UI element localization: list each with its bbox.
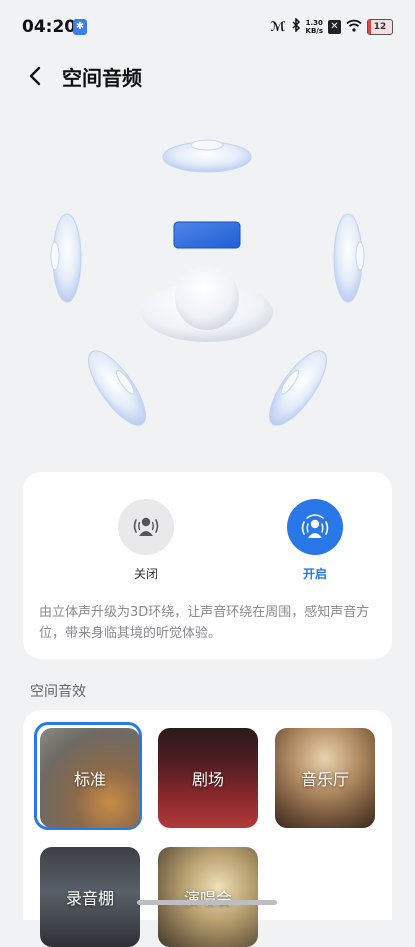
battery-icon: 12 (367, 19, 393, 35)
person-speaker-on-icon (301, 514, 329, 538)
right-speaker (333, 213, 365, 303)
status-icons: ℳ 1.30 KB/s ✕ 12 (270, 16, 393, 38)
page-title: 空间音频 (62, 66, 142, 90)
bluetooth-icon (291, 17, 301, 36)
person-speaker-off-icon (133, 517, 159, 536)
home-indicator[interactable] (137, 900, 277, 905)
mode-card: 关闭 开启 由立体声升级为3D环绕，让声音环绕在周围，感知声音方位，带来身临其境… (23, 472, 392, 659)
effect-concert-hall-tile[interactable]: 音乐厅 (275, 728, 375, 828)
effect-concert-label: 演唱会 (183, 889, 232, 908)
mode-off-option[interactable]: 关闭 (106, 499, 186, 582)
mode-on-option[interactable]: 开启 (275, 499, 355, 582)
mode-off-label: 关闭 (133, 567, 158, 581)
mode-on-label: 开启 (302, 567, 327, 581)
effect-concert-hall-label: 音乐厅 (300, 770, 349, 789)
effect-studio-tile[interactable]: 录音棚 (40, 847, 140, 947)
chevron-left-icon (29, 66, 41, 86)
left-speaker (50, 213, 82, 303)
effect-theater-tile[interactable]: 剧场 (158, 728, 258, 828)
wifi-icon (346, 19, 362, 36)
status-bar: 04:20 ✱ ℳ 1.30 KB/s ✕ 12 (0, 0, 415, 56)
network-speed: 1.30 KB/s (306, 19, 323, 35)
effect-theater-label: 剧场 (191, 770, 224, 789)
effects-card: 标准 剧场 音乐厅 录音棚 演唱会 (23, 710, 392, 947)
back-button[interactable] (22, 62, 50, 90)
bluetooth-badge-icon: ✱ (73, 19, 87, 35)
spatial-audio-illustration (50, 139, 365, 426)
effects-section-label: 空间音效 (30, 684, 86, 700)
network-icon: ℳ (270, 19, 286, 35)
mode-description: 由立体声升级为3D环绕，让声音环绕在周围，感知声音方位，带来身临其境的听觉体验。 (39, 605, 370, 641)
effect-studio-label: 录音棚 (65, 889, 114, 908)
top-speaker (162, 139, 252, 173)
effect-concert-tile[interactable]: 演唱会 (158, 847, 258, 947)
listener-figure (141, 266, 273, 342)
speed-value: 1.30 (305, 19, 323, 27)
effect-standard-label: 标准 (73, 770, 106, 789)
status-time: 04:20 (22, 17, 77, 37)
screen-shape (173, 221, 241, 249)
mode-on-circle[interactable] (287, 499, 343, 555)
effect-standard-tile[interactable]: 标准 (40, 728, 140, 828)
rear-left-speaker (88, 350, 146, 426)
no-sim-icon: ✕ (328, 20, 341, 34)
speed-unit: KB/s (305, 27, 323, 35)
rear-right-speaker (269, 350, 327, 426)
mode-off-circle[interactable] (118, 499, 174, 555)
